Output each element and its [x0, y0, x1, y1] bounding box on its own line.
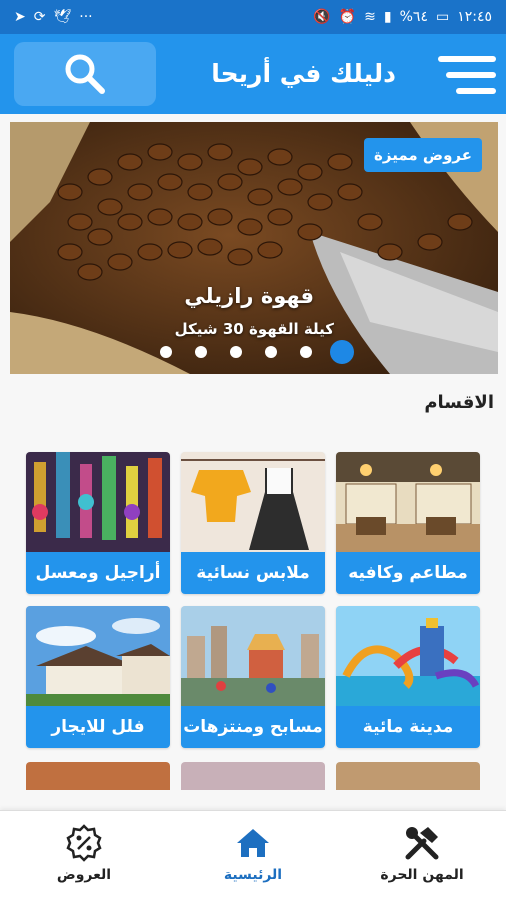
category-card-partial[interactable]: [336, 762, 480, 790]
app-bar: دليلك في أريحا: [0, 34, 506, 114]
search-button[interactable]: [14, 42, 156, 106]
status-bar: ➤ ⟳ 🕊 ··· 🔇 ⏰ ≋ ▮ %٦٤ ▭ ١٢:٤٥: [0, 0, 506, 34]
villa-image: [26, 606, 170, 706]
categories-title: الاقسام: [424, 392, 494, 413]
clothing-image: [181, 452, 325, 552]
hookah-image: [26, 452, 170, 552]
bottom-navigation: المهن الحرة الرئيسية العروض: [0, 810, 506, 900]
nav-item-professions[interactable]: المهن الحرة: [338, 811, 506, 900]
category-label: أراجيل ومعسل: [26, 552, 170, 594]
status-time: ١٢:٤٥: [457, 9, 492, 25]
category-label: فلل للايجار: [26, 706, 170, 748]
slider-dot-active[interactable]: [330, 340, 354, 364]
slider-dot[interactable]: [195, 346, 207, 358]
tools-icon: [405, 827, 439, 860]
signal-icon: ▮: [383, 9, 392, 25]
nav-label: المهن الحرة: [380, 867, 464, 883]
wifi-icon: ≋: [364, 9, 376, 25]
category-card-partial[interactable]: [26, 762, 170, 790]
menu-icon-bar-2: [446, 72, 496, 78]
category-label: مسابح ومنتزهات: [181, 706, 325, 748]
slider-dots: [160, 340, 356, 364]
discount-icon: [66, 824, 102, 862]
amusement-park-image: [181, 606, 325, 706]
twitter-icon: 🕊: [53, 9, 72, 25]
category-label: مدينة مائية: [336, 706, 480, 748]
category-card-womens-clothing[interactable]: ملابس نسائية: [181, 452, 325, 594]
banner-title: قهوة رازيلي: [184, 284, 314, 308]
battery-icon: ▭: [435, 9, 450, 25]
slider-dot[interactable]: [230, 346, 242, 358]
more-notifications-icon: ···: [79, 9, 93, 25]
category-card-partial[interactable]: [181, 762, 325, 790]
category-card-hookah[interactable]: أراجيل ومعسل: [26, 452, 170, 594]
menu-icon-bar-3: [456, 88, 496, 94]
category-card-restaurants[interactable]: مطاعم وكافيه: [336, 452, 480, 594]
category-label: ملابس نسائية: [181, 552, 325, 594]
category-card-water-park[interactable]: مدينة مائية: [336, 606, 480, 748]
featured-offers-badge[interactable]: عروض مميزة: [364, 138, 482, 172]
sync-icon: ⟳: [33, 9, 46, 25]
category-label: مطاعم وكافيه: [336, 552, 480, 594]
home-icon: [237, 829, 269, 857]
slider-dot[interactable]: [265, 346, 277, 358]
slider-dot[interactable]: [160, 346, 172, 358]
mute-icon: 🔇: [313, 9, 331, 25]
status-right: 🔇 ⏰ ≋ ▮ %٦٤ ▭ ١٢:٤٥: [313, 9, 492, 25]
nav-label: العروض: [56, 867, 112, 883]
nav-label: الرئيسية: [223, 867, 283, 883]
featured-banner[interactable]: عروض مميزة قهوة رازيلي كيلة القهوة 30 شي…: [10, 122, 498, 374]
nav-item-home[interactable]: الرئيسية: [169, 811, 337, 900]
category-card-villas-rent[interactable]: فلل للايجار: [26, 606, 170, 748]
category-card-pools-parks[interactable]: مسابح ومنتزهات: [181, 606, 325, 748]
app-title: دليلك في أريحا: [211, 59, 396, 88]
water-park-image: [336, 606, 480, 706]
battery-percent: %٦٤: [399, 9, 428, 25]
menu-icon-bar-1: [438, 56, 496, 62]
status-left: ➤ ⟳ 🕊 ···: [14, 10, 93, 24]
telegram-icon: ➤: [14, 9, 26, 25]
nav-item-offers[interactable]: العروض: [0, 811, 168, 900]
search-icon: [65, 54, 105, 94]
slider-dot[interactable]: [300, 346, 312, 358]
menu-button[interactable]: [434, 54, 496, 98]
banner-subtitle: كيلة القهوة 30 شيكل: [174, 320, 334, 338]
alarm-icon: ⏰: [338, 9, 357, 25]
restaurant-image: [336, 452, 480, 552]
